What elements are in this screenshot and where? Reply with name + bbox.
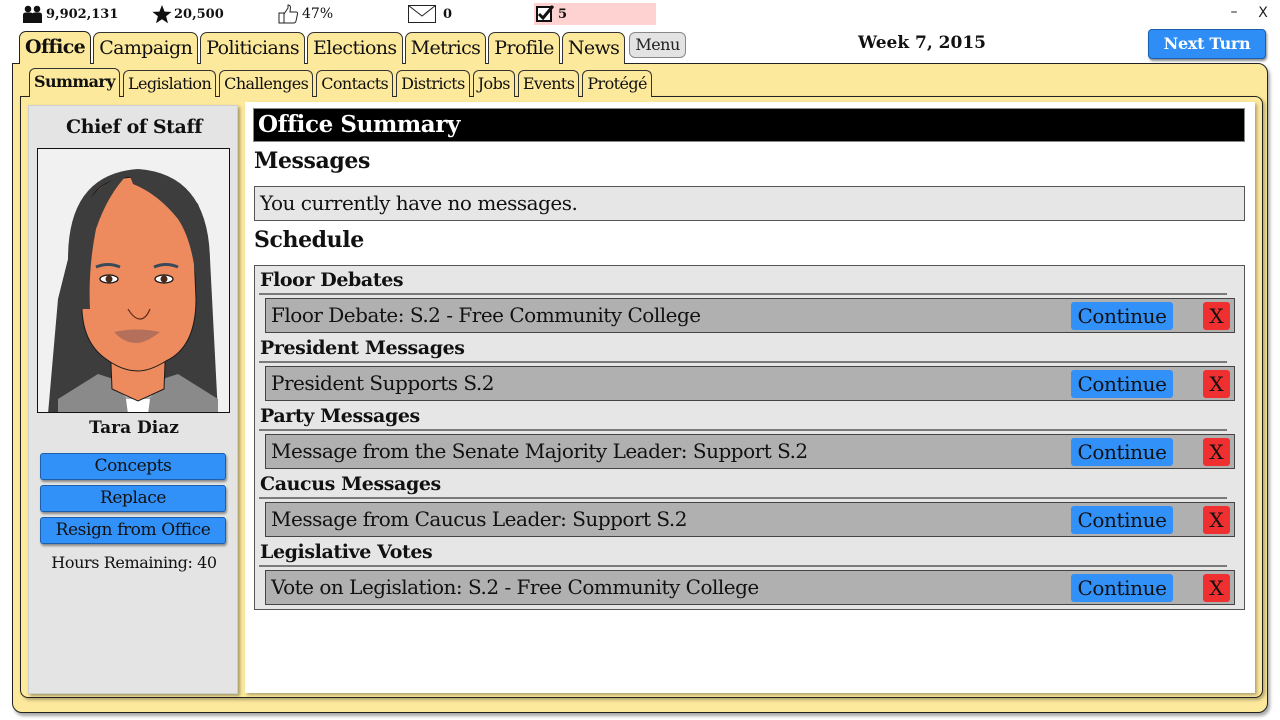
dismiss-button[interactable]: X: [1203, 438, 1230, 466]
group-title-president-messages: President Messages: [260, 337, 465, 359]
dismiss-button[interactable]: X: [1203, 574, 1230, 602]
group-title-floor-debates: Floor Debates: [260, 269, 404, 291]
continue-button[interactable]: Continue: [1071, 370, 1173, 398]
group-title-party-messages: Party Messages: [260, 405, 420, 427]
schedule-list: Floor Debates Floor Debate: S.2 - Free C…: [254, 265, 1245, 610]
schedule-item: President Supports S.2 Continue X: [265, 366, 1235, 401]
group-divider: [259, 565, 1227, 567]
office-summary-title: Office Summary: [253, 108, 1245, 142]
group-divider: [259, 497, 1227, 499]
group-title-legislative-votes: Legislative Votes: [260, 541, 433, 563]
fame-stat: 20,500: [152, 4, 224, 24]
checkbox-icon: [536, 5, 555, 22]
tab-elections[interactable]: Elections: [307, 32, 403, 64]
schedule-item: Message from Caucus Leader: Support S.2 …: [265, 502, 1235, 537]
tab-challenges[interactable]: Challenges: [219, 70, 314, 97]
continue-button[interactable]: Continue: [1071, 302, 1173, 330]
tab-politicians[interactable]: Politicians: [200, 32, 306, 64]
tab-districts[interactable]: Districts: [396, 70, 470, 97]
tasks-count: 5: [558, 6, 568, 22]
schedule-item: Vote on Legislation: S.2 - Free Communit…: [265, 570, 1235, 605]
mail-count: 0: [443, 6, 453, 22]
status-bar: 9,902,131 20,500 47% 0 5 – X: [0, 0, 1280, 28]
schedule-item: Floor Debate: S.2 - Free Community Colle…: [265, 298, 1235, 333]
tab-office[interactable]: Office: [19, 31, 92, 64]
staff-portrait: [37, 148, 230, 413]
messages-heading: Messages: [254, 148, 370, 174]
continue-button[interactable]: Continue: [1071, 438, 1173, 466]
people-icon: [23, 5, 42, 23]
thumbs-up-icon: [278, 4, 299, 24]
population-stat: 9,902,131: [22, 4, 118, 24]
chief-of-staff-panel: Chief of Staff Tara Diaz Concepts Replac…: [28, 105, 238, 694]
tab-news[interactable]: News: [561, 32, 626, 64]
envelope-icon: [408, 5, 436, 23]
schedule-item-text: President Supports S.2: [271, 371, 494, 395]
schedule-item-text: Message from Caucus Leader: Support S.2: [271, 507, 688, 531]
group-title-caucus-messages: Caucus Messages: [260, 473, 441, 495]
tab-profile[interactable]: Profile: [488, 32, 560, 64]
portrait-image: [38, 149, 229, 412]
tab-legislation[interactable]: Legislation: [122, 70, 217, 97]
tab-summary[interactable]: Summary: [29, 68, 120, 97]
schedule-item-text: Floor Debate: S.2 - Free Community Colle…: [271, 303, 701, 327]
staff-name: Tara Diaz: [89, 418, 179, 438]
current-week-label: Week 7, 2015: [857, 33, 986, 53]
group-divider: [259, 361, 1227, 363]
tab-events[interactable]: Events: [517, 70, 580, 97]
approval-value: 47%: [302, 6, 334, 22]
approval-stat: 47%: [278, 4, 333, 24]
staff-title: Chief of Staff: [65, 116, 203, 138]
group-divider: [259, 293, 1227, 295]
group-divider: [259, 429, 1227, 431]
tab-campaign[interactable]: Campaign: [93, 32, 199, 64]
tasks-stat[interactable]: 5: [534, 3, 656, 25]
dismiss-button[interactable]: X: [1203, 302, 1230, 330]
hours-remaining: Hours Remaining: 40: [51, 553, 217, 572]
schedule-heading: Schedule: [254, 227, 364, 253]
dismiss-button[interactable]: X: [1203, 506, 1230, 534]
office-summary-panel: Office Summary Messages You currently ha…: [245, 102, 1255, 693]
resign-from-office-button[interactable]: Resign from Office: [40, 517, 226, 544]
close-button[interactable]: X: [1254, 5, 1272, 25]
continue-button[interactable]: Continue: [1071, 506, 1173, 534]
star-icon: [152, 4, 172, 23]
replace-button[interactable]: Replace: [40, 485, 226, 512]
schedule-item-text: Vote on Legislation: S.2 - Free Communit…: [271, 575, 759, 599]
tab-metrics[interactable]: Metrics: [404, 32, 487, 64]
dismiss-button[interactable]: X: [1203, 370, 1230, 398]
menu-button[interactable]: Menu: [629, 32, 686, 58]
tab-jobs[interactable]: Jobs: [472, 70, 515, 97]
messages-box: You currently have no messages.: [254, 186, 1245, 221]
tab-contacts[interactable]: Contacts: [316, 70, 394, 97]
sub-tab-bar: Summary Legislation Challenges Contacts …: [29, 68, 655, 97]
concepts-button[interactable]: Concepts: [40, 453, 226, 480]
schedule-item-text: Message from the Senate Majority Leader:…: [271, 439, 808, 463]
population-value: 9,902,131: [46, 6, 119, 22]
minimize-button[interactable]: –: [1226, 4, 1242, 24]
mail-stat[interactable]: 0: [408, 4, 452, 24]
tab-protege[interactable]: Protégé: [582, 70, 652, 97]
schedule-item: Message from the Senate Majority Leader:…: [265, 434, 1235, 469]
fame-value: 20,500: [174, 6, 224, 22]
continue-button[interactable]: Continue: [1071, 574, 1173, 602]
next-turn-button[interactable]: Next Turn: [1148, 29, 1266, 59]
main-tab-bar: Office Campaign Politicians Elections Me…: [19, 31, 686, 64]
